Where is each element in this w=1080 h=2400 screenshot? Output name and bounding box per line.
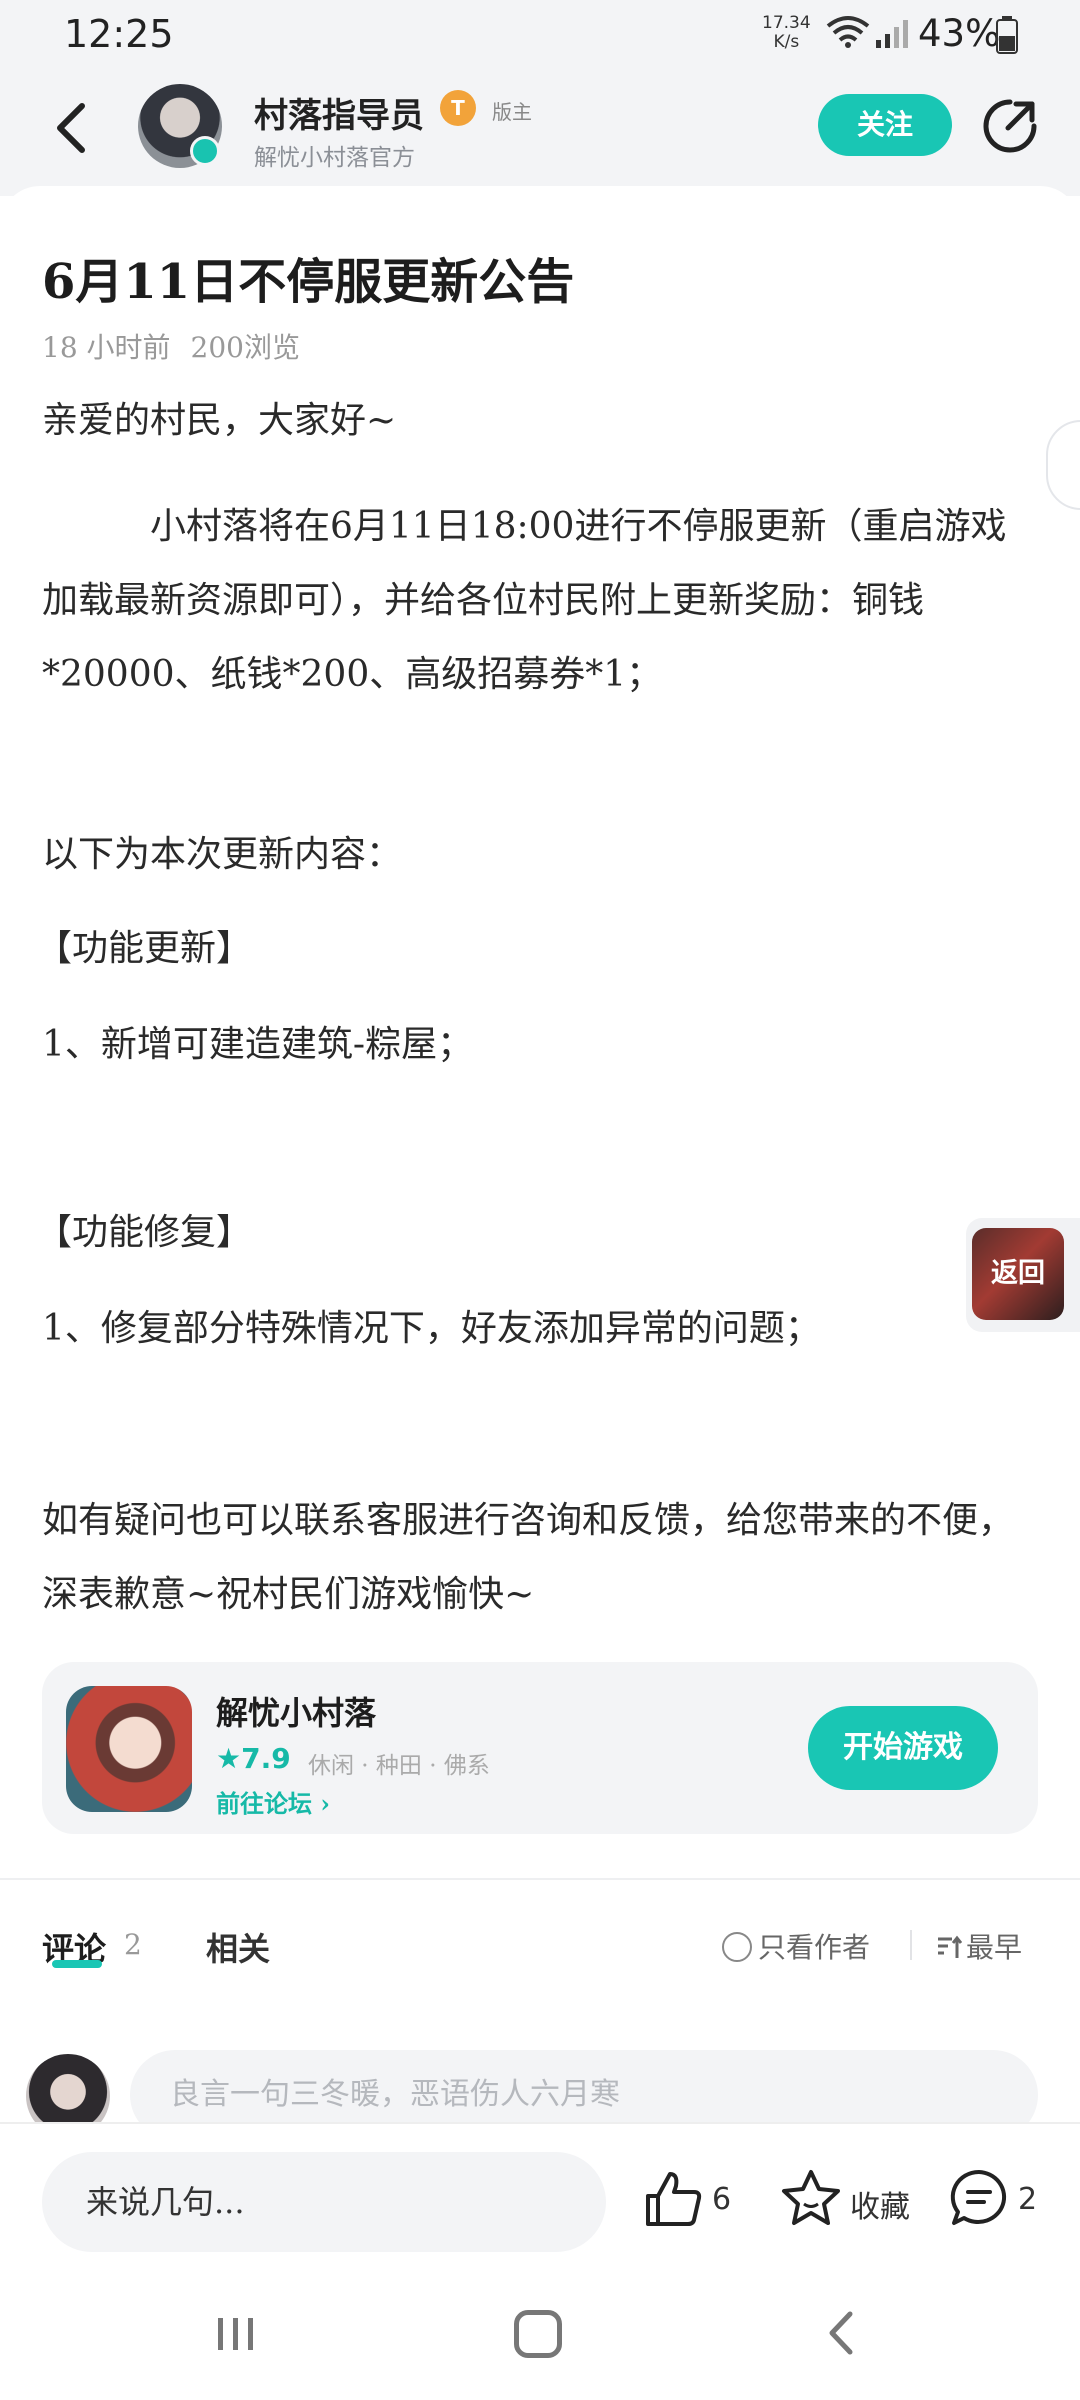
home-icon[interactable] [514,2310,562,2358]
sort-toggle[interactable]: 最早 [936,1926,1022,1966]
forum-link[interactable]: 前往论坛 › [216,1784,330,1819]
status-bar: 12:25 17.34 K/s 43% [0,0,1080,66]
bottom-action-bar: 来说几句... 6 收藏 2 [0,2122,1080,2270]
thumbs-up-icon[interactable] [644,2170,704,2228]
network-speed-unit: K/s [773,32,800,52]
post-views: 200浏览 [190,331,300,364]
game-card[interactable]: 解忧小村落 ★7.9 休闲 · 种田 · 佛系 前往论坛 › 开始游戏 [42,1662,1038,1834]
post-closing: 如有疑问也可以联系客服进行咨询和反馈，给您带来的不便，深表歉意~祝村民们游戏愉快… [42,1500,1015,1615]
verified-check-icon [190,136,220,166]
sort-icon [938,1935,962,1958]
section-item-update: 1、新增可建造建筑-粽屋； [42,1024,474,1065]
post-time: 18 小时前 [42,331,171,364]
game-name: 解忧小村落 [216,1694,377,1732]
section-item-fix: 1、修复部分特殊情况下，好友添加异常的问题； [42,1308,821,1349]
sort-label: 最早 [966,1931,1023,1964]
recents-icon[interactable] [214,2312,258,2356]
follow-button[interactable]: 关注 [818,94,952,156]
network-speed: 17.34 K/s [762,14,811,52]
floating-return-button[interactable]: 返回 [966,1218,1080,1332]
author-subtitle: 解忧小村落官方 [254,145,415,171]
post-title: 6月11日不停服更新公告 [42,254,575,310]
game-icon[interactable] [66,1686,192,1812]
comment-bubble-icon[interactable] [948,2168,1010,2228]
wifi-icon [826,16,870,48]
star-icon[interactable] [780,2168,842,2228]
network-speed-value: 17.34 [762,13,811,33]
post-header: 村落指导员 T 版主 解忧小村落官方 关注 [0,66,1080,196]
chevron-right-icon: › [320,1789,330,1818]
section-divider [0,1878,1080,1880]
say-input[interactable]: 来说几句... [42,2152,606,2252]
nav-back-icon[interactable] [822,2308,858,2358]
start-game-button[interactable]: 开始游戏 [808,1706,998,1790]
favorite-label[interactable]: 收藏 [850,2182,910,2226]
section-title-update: 【功能更新】 [36,928,253,969]
battery-percent: 43% [918,12,1001,55]
only-author-toggle[interactable]: 只看作者 [722,1926,870,1966]
status-time: 12:25 [64,12,174,56]
comment-count: 2 [1018,2182,1038,2217]
battery-icon [996,16,1018,54]
admin-badge-icon: T [440,90,476,126]
back-arrow-icon[interactable] [46,98,98,158]
share-icon[interactable] [980,96,1040,156]
post-meta: 18 小时前 200浏览 [42,326,300,366]
forum-link-label: 前往论坛 [216,1789,312,1818]
return-label: 返回 [991,1258,1045,1289]
game-tags: 休闲 · 种田 · 佛系 [308,1753,490,1779]
post-intro: 以下为本次更新内容： [42,834,403,875]
author-name[interactable]: 村落指导员 [254,88,424,137]
tab-active-indicator [52,1960,102,1968]
system-nav-bar [0,2270,1080,2400]
game-rating-value: 7.9 [241,1742,291,1775]
section-title-fix: 【功能修复】 [36,1212,253,1253]
only-author-label: 只看作者 [758,1931,871,1964]
post-paragraph: 小村落将在6月11日18:00进行不停服更新（重启游戏加载最新资源即可），并给各… [42,506,1007,695]
tab-comments-count: 2 [124,1928,142,1961]
signal-icon [876,20,908,48]
tab-separator [910,1930,912,1960]
game-rating: ★7.9 [216,1742,291,1775]
radio-icon [722,1932,752,1962]
tab-related[interactable]: 相关 [206,1924,270,1970]
post-greeting: 亲爱的村民，大家好~ [42,400,397,441]
like-count: 6 [712,2182,732,2217]
admin-label: 版主 [492,100,532,124]
